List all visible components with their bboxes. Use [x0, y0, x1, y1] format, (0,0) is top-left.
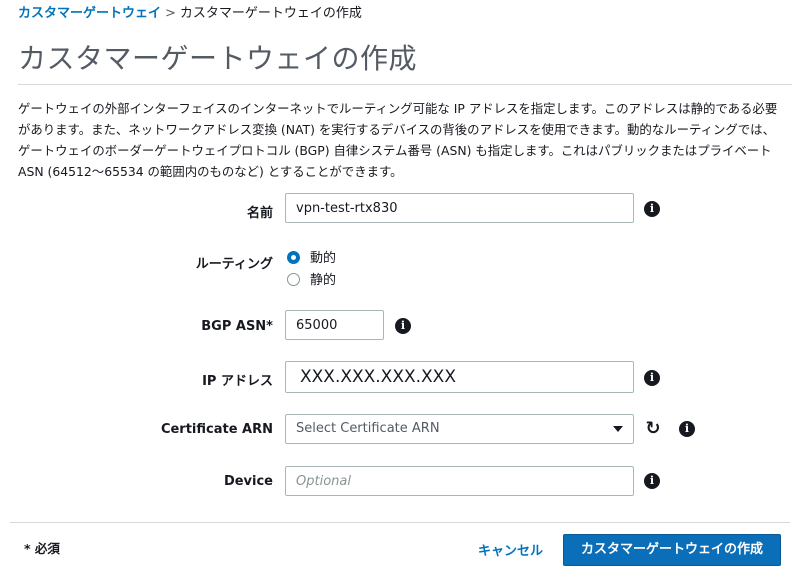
ip-address-label: IP アドレス	[202, 374, 273, 389]
info-icon[interactable]: i	[395, 318, 411, 334]
cancel-button[interactable]: キャンセル	[478, 540, 543, 559]
breadcrumb-link-customer-gateways[interactable]: カスタマーゲートウェイ	[18, 6, 161, 21]
certificate-arn-select[interactable]: Select Certificate ARN	[285, 414, 634, 444]
name-input[interactable]	[285, 193, 634, 223]
page-title: カスタマーゲートウェイの作成	[18, 38, 792, 85]
chevron-down-icon	[613, 426, 623, 432]
footer-divider	[10, 522, 790, 523]
info-icon[interactable]: i	[679, 421, 695, 437]
routing-option-static-label: 静的	[310, 273, 337, 288]
info-icon[interactable]: i	[644, 473, 660, 489]
info-icon[interactable]: i	[644, 370, 660, 386]
required-note: * 必須	[24, 541, 60, 556]
certificate-arn-label: Certificate ARN	[160, 422, 273, 437]
breadcrumb-current: カスタマーゲートウェイの作成	[179, 6, 362, 21]
routing-label: ルーティング	[195, 257, 273, 272]
radio-dynamic[interactable]	[287, 251, 300, 264]
refresh-icon[interactable]: ↻	[643, 419, 663, 439]
info-icon[interactable]: i	[644, 201, 660, 217]
radio-static[interactable]	[287, 273, 300, 286]
bgp-asn-input[interactable]	[285, 310, 384, 340]
device-input[interactable]	[285, 466, 634, 496]
routing-option-dynamic-label: 動的	[310, 251, 337, 266]
bgp-asn-label: BGP ASN*	[201, 319, 273, 334]
certificate-arn-select-text: Select Certificate ARN	[296, 421, 440, 436]
breadcrumb-separator: >	[165, 6, 176, 21]
routing-option-static[interactable]: 静的	[287, 269, 336, 288]
device-label: Device	[223, 474, 273, 489]
create-customer-gateway-button[interactable]: カスタマーゲートウェイの作成	[563, 534, 781, 566]
name-label: 名前	[246, 206, 273, 221]
page-description: ゲートウェイの外部インターフェイスのインターネットでルーティング可能な IP ア…	[18, 101, 778, 179]
breadcrumb: カスタマーゲートウェイ > カスタマーゲートウェイの作成	[18, 5, 362, 23]
ip-address-input[interactable]	[285, 361, 634, 393]
routing-option-dynamic[interactable]: 動的	[287, 247, 336, 266]
